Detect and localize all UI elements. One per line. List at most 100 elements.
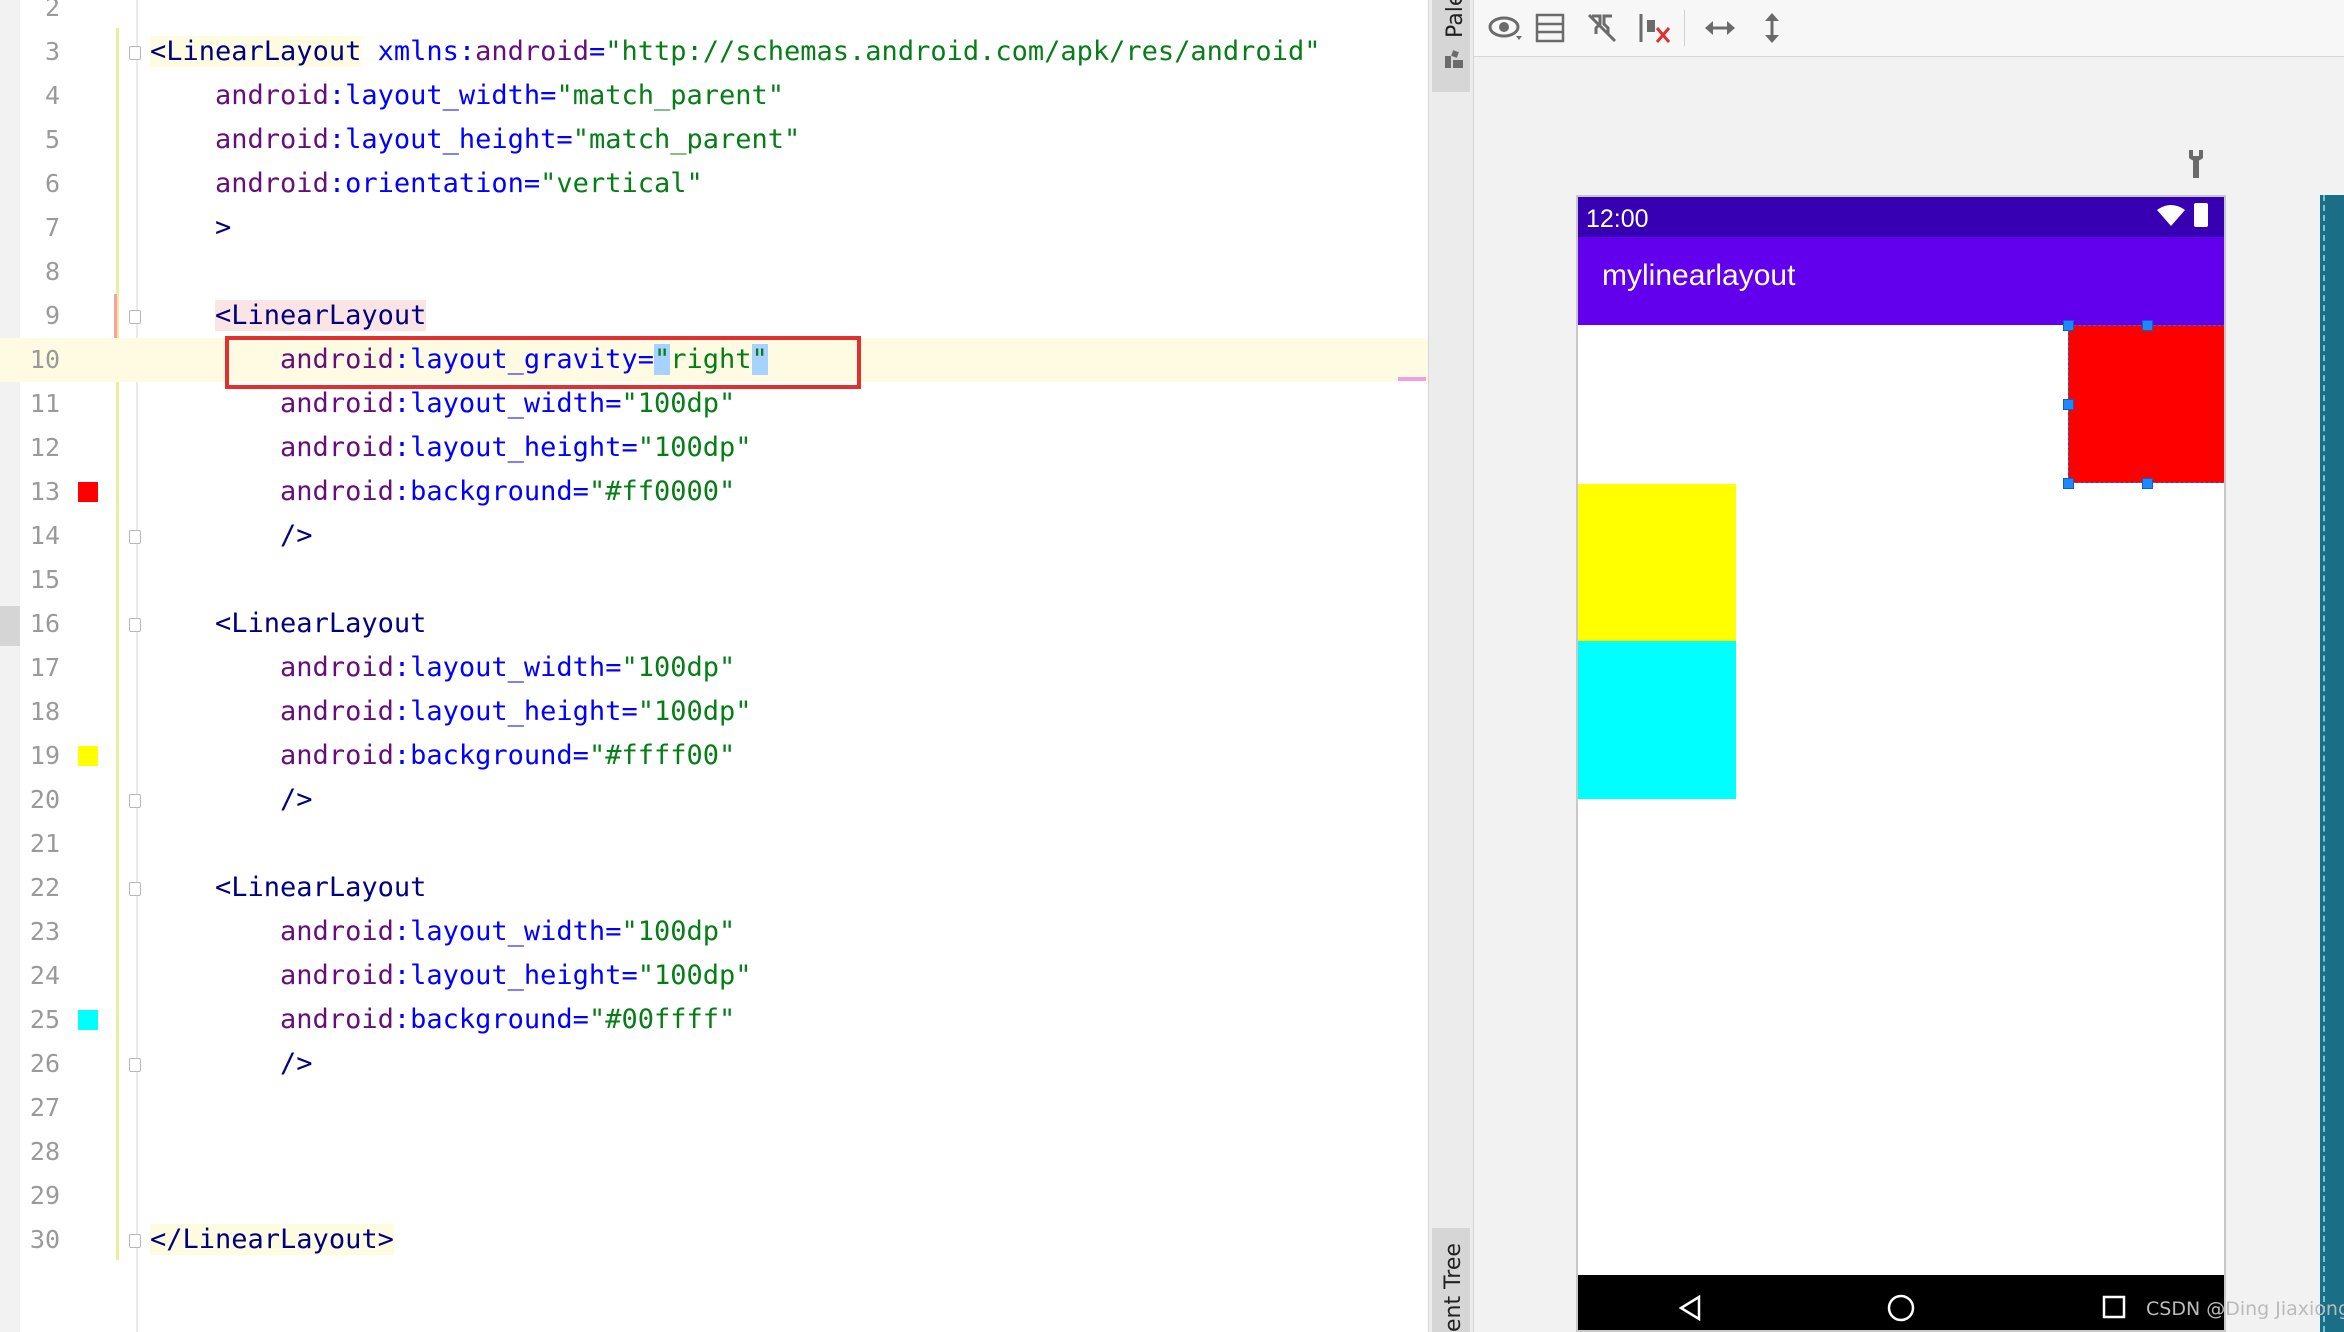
code-line[interactable]: 25 android:background="#00ffff" <box>0 998 1428 1042</box>
resize-handle[interactable] <box>2142 478 2153 489</box>
code-line[interactable]: 24 android:layout_height="100dp" <box>0 954 1428 998</box>
code-line[interactable]: 28 <box>0 1130 1428 1174</box>
code-line[interactable]: 19 android:background="#ffff00" <box>0 734 1428 778</box>
fold-toggle-icon[interactable] <box>129 1234 141 1248</box>
palette-icon[interactable] <box>1443 50 1465 75</box>
code-text[interactable]: android:layout_height="match_parent" <box>150 118 800 162</box>
palette-tab-label[interactable]: Pale <box>1443 0 1468 38</box>
fold-toggle-icon[interactable] <box>129 310 141 324</box>
code-line[interactable]: 30 </LinearLayout> <box>0 1218 1428 1262</box>
clear-constraints-icon[interactable] <box>1634 8 1674 48</box>
line-number: 11 <box>29 389 60 418</box>
code-line[interactable]: 4 android:layout_width="match_parent" <box>0 74 1428 118</box>
code-line[interactable]: 26 /> <box>0 1042 1428 1086</box>
code-line[interactable]: 16 <LinearLayout <box>0 602 1428 646</box>
code-token: LinearLayout <box>182 1224 378 1255</box>
recents-icon[interactable] <box>2102 1295 2126 1323</box>
red-block[interactable] <box>2063 320 2224 489</box>
code-text[interactable]: android:orientation="vertical" <box>150 162 703 206</box>
resize-handle[interactable] <box>2063 478 2074 489</box>
eye-icon[interactable] <box>1486 8 1526 48</box>
horizontal-expand-icon[interactable] <box>1700 8 1740 48</box>
code-line[interactable]: 8 <box>0 250 1428 294</box>
code-token: "100dp" <box>621 652 736 683</box>
code-line[interactable]: 17 android:layout_width="100dp" <box>0 646 1428 690</box>
code-line[interactable]: 5 android:layout_height="match_parent" <box>0 118 1428 162</box>
design-surface[interactable]: 12:00 mylinearlayout <box>1474 0 2344 1332</box>
code-line[interactable]: 22 <LinearLayout <box>0 866 1428 910</box>
fold-toggle-icon[interactable] <box>129 794 141 808</box>
toolbar-separator <box>1684 10 1685 46</box>
code-token: background <box>410 476 573 507</box>
code-text[interactable]: android:layout_height="100dp" <box>150 954 751 998</box>
magnet-off-icon[interactable] <box>1582 8 1622 48</box>
code-line[interactable]: 23 android:layout_width="100dp" <box>0 910 1428 954</box>
yellow-block[interactable] <box>1578 484 1736 641</box>
code-token: = <box>540 80 557 111</box>
code-text[interactable]: android:layout_width="100dp" <box>150 910 735 954</box>
code-line[interactable]: 14 /> <box>0 514 1428 558</box>
fold-toggle-icon[interactable] <box>129 882 141 896</box>
code-line[interactable]: 15 <box>0 558 1428 602</box>
code-text[interactable]: /> <box>150 1042 313 1086</box>
resize-handle[interactable] <box>2063 399 2074 410</box>
code-token: /> <box>150 520 313 551</box>
resize-handle[interactable] <box>2063 320 2074 331</box>
code-text[interactable]: <LinearLayout <box>150 602 426 646</box>
side-tool-strip <box>1428 0 1474 1332</box>
back-icon[interactable] <box>1678 1294 1702 1325</box>
code-line[interactable]: 20 /> <box>0 778 1428 822</box>
cyan-block[interactable] <box>1578 641 1736 799</box>
code-text[interactable]: </LinearLayout> <box>150 1218 394 1262</box>
wrench-icon[interactable] <box>2186 148 2206 187</box>
code-line[interactable]: 18 android:layout_height="100dp" <box>0 690 1428 734</box>
code-token: : <box>328 80 346 111</box>
code-line[interactable]: 27 <box>0 1086 1428 1130</box>
vertical-expand-icon[interactable] <box>1752 8 1792 48</box>
blueprint-icon[interactable] <box>1530 8 1570 48</box>
code-text[interactable]: <LinearLayout <box>150 294 427 338</box>
code-line[interactable]: 13 android:background="#ff0000" <box>0 470 1428 514</box>
code-token: < <box>150 36 167 67</box>
code-token: background <box>410 740 573 771</box>
code-line[interactable]: 12 android:layout_height="100dp" <box>0 426 1428 470</box>
color-swatch-icon[interactable] <box>78 746 98 766</box>
component-tree-tab-label[interactable]: ent Tree <box>1441 1243 1466 1332</box>
code-text[interactable]: /> <box>150 778 313 822</box>
code-text[interactable]: android:layout_width="match_parent" <box>150 74 784 118</box>
code-line[interactable]: 7 > <box>0 206 1428 250</box>
device-preview[interactable]: 12:00 mylinearlayout <box>1576 195 2226 1332</box>
code-text[interactable]: > <box>150 206 231 250</box>
fold-toggle-icon[interactable] <box>129 530 141 544</box>
code-text[interactable]: android:background="#ff0000" <box>150 470 735 514</box>
code-text[interactable]: android:background="#ffff00" <box>150 734 735 778</box>
code-text[interactable]: android:layout_height="100dp" <box>150 690 751 734</box>
color-swatch-icon[interactable] <box>78 1010 98 1030</box>
error-stripe-mark[interactable] <box>1398 377 1426 381</box>
code-text[interactable]: /> <box>150 514 313 558</box>
code-line[interactable]: 2 <box>0 0 1428 30</box>
code-editor[interactable]: 2 3 <LinearLayout xmlns:android="http://sc… <box>0 0 1428 1332</box>
code-text[interactable]: android:layout_height="100dp" <box>150 426 751 470</box>
code-text[interactable]: <LinearLayout <box>150 866 426 910</box>
code-line[interactable]: 21 <box>0 822 1428 866</box>
fold-toggle-icon[interactable] <box>129 46 141 60</box>
app-bar: mylinearlayout <box>1578 237 2224 325</box>
code-line[interactable]: 6 android:orientation="vertical" <box>0 162 1428 206</box>
code-line[interactable]: 9 <LinearLayout <box>0 294 1428 338</box>
code-line[interactable]: 3 <LinearLayout xmlns:android="http://sch… <box>0 30 1428 74</box>
code-line[interactable]: 29 <box>0 1174 1428 1218</box>
code-text[interactable]: android:layout_width="100dp" <box>150 646 735 690</box>
home-icon[interactable] <box>1886 1293 1916 1327</box>
code-text[interactable]: android:background="#00ffff" <box>150 998 735 1042</box>
fold-toggle-icon[interactable] <box>129 618 141 632</box>
resize-handle[interactable] <box>2142 320 2153 331</box>
fold-toggle-icon[interactable] <box>129 1058 141 1072</box>
code-text[interactable]: <LinearLayout xmlns:android="http://sche… <box>150 30 1320 74</box>
code-token: = <box>588 36 606 67</box>
color-swatch-icon[interactable] <box>78 482 98 502</box>
